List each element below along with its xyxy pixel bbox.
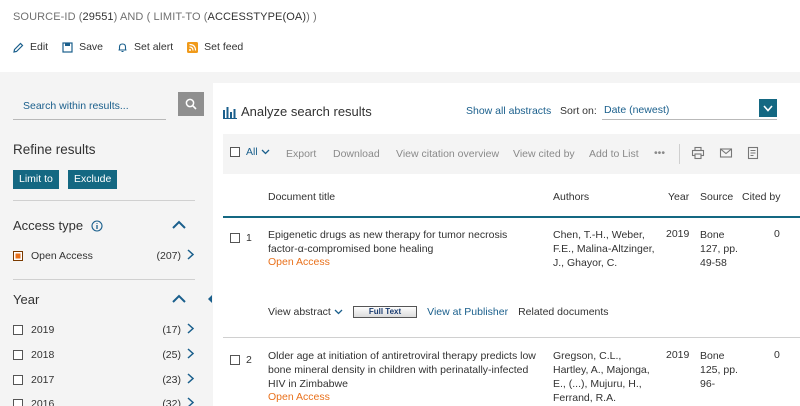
year-value: 2019	[666, 349, 690, 361]
chevron-down-icon	[261, 149, 270, 155]
exclude-button[interactable]: Exclude	[68, 170, 118, 189]
analyze-search-results-link[interactable]: Analyze search results	[223, 104, 372, 119]
year-checkbox[interactable]	[13, 325, 23, 335]
column-header-title[interactable]: Document title	[268, 191, 335, 203]
row-select[interactable]: 1	[230, 232, 252, 244]
sort-label: Sort on:	[560, 105, 597, 117]
search-within-input[interactable]	[13, 92, 166, 120]
rss-icon	[187, 41, 199, 53]
year-checkbox[interactable]	[13, 399, 23, 406]
search-within-box	[13, 92, 204, 120]
query-actions: Edit Save Set alert Set feed	[13, 41, 257, 53]
email-icon[interactable]	[719, 146, 733, 160]
sort-dropdown-button[interactable]	[759, 99, 777, 117]
search-icon	[185, 98, 197, 110]
limit-to-button[interactable]: Limit to	[13, 170, 59, 189]
source-value[interactable]: Bone 127, pp. 49-58	[700, 228, 740, 270]
row-checkbox[interactable]	[230, 233, 240, 243]
facet-item-year[interactable]: 2017 (23)	[13, 371, 195, 389]
year-value: 2019	[666, 228, 690, 240]
year-checkbox[interactable]	[13, 375, 23, 385]
divider	[13, 279, 195, 280]
facet-item-year[interactable]: 2019 (17)	[13, 321, 195, 339]
column-header-authors[interactable]: Authors	[553, 191, 589, 203]
chevron-right-icon[interactable]	[187, 373, 194, 384]
download-button[interactable]: Download	[333, 148, 380, 160]
cited-by-count[interactable]: 0	[774, 228, 780, 240]
collapse-access-type-chevron-up-icon[interactable]	[171, 220, 187, 230]
chevron-right-icon[interactable]	[187, 249, 194, 260]
column-header-source[interactable]: Source	[700, 191, 733, 203]
results-panel: Analyze search results Show all abstract…	[213, 83, 800, 406]
facet-item-open-access[interactable]: Open Access (207)	[13, 247, 195, 265]
document-title-link[interactable]: Older age at initiation of antiretrovira…	[268, 349, 538, 391]
view-at-publisher-link[interactable]: View at Publisher	[427, 306, 508, 318]
query-access-type: ACCESSTYPE(OA)	[207, 11, 307, 23]
full-text-button[interactable]: Full Text	[352, 306, 418, 318]
chevron-right-icon[interactable]	[187, 397, 194, 406]
column-header-year[interactable]: Year	[668, 191, 689, 203]
refine-results-title: Refine results	[13, 142, 96, 157]
divider	[13, 200, 195, 201]
pencil-icon	[13, 42, 24, 53]
print-icon[interactable]	[691, 146, 705, 160]
row-divider	[223, 337, 800, 338]
show-all-abstracts-link[interactable]: Show all abstracts	[466, 105, 551, 117]
search-within-button[interactable]	[178, 92, 204, 116]
bar-chart-icon	[223, 106, 237, 119]
chevron-right-icon[interactable]	[187, 323, 194, 334]
add-to-list-button[interactable]: Add to List	[589, 148, 639, 160]
export-button[interactable]: Export	[286, 148, 316, 160]
authors-list[interactable]: Chen, T.-H., Weber, F.E., Malina-Altzing…	[553, 228, 658, 270]
set-alert-button[interactable]: Set alert	[117, 41, 173, 53]
row-links: View abstract Full Text View at Publishe…	[268, 306, 609, 318]
select-all-dropdown[interactable]: All	[230, 146, 270, 158]
related-documents-link[interactable]: Related documents	[518, 306, 608, 318]
refine-sidebar: Refine results Limit to Exclude Access t…	[0, 72, 208, 406]
row-select[interactable]: 2	[230, 354, 252, 366]
info-icon[interactable]	[91, 219, 103, 232]
toolbar-divider	[679, 144, 680, 164]
year-header: Year	[13, 292, 40, 307]
column-header-cited-by[interactable]: Cited by	[742, 191, 781, 203]
open-access-label: Open Access	[268, 256, 330, 268]
bell-icon	[118, 42, 127, 52]
query-source-id: 29551	[82, 11, 114, 23]
access-type-header: Access type	[13, 218, 103, 233]
cited-by-count[interactable]: 0	[774, 349, 780, 361]
view-cited-by-button[interactable]: View cited by	[513, 148, 575, 160]
chevron-down-icon	[334, 309, 343, 315]
document-title-link[interactable]: Epigenetic drugs as new therapy for tumo…	[268, 228, 538, 256]
chevron-down-icon	[763, 104, 773, 112]
search-query: SOURCE-ID (29551) AND ( LIMIT-TO (ACCESS…	[13, 11, 317, 23]
save-button[interactable]: Save	[62, 41, 103, 53]
query-bar: SOURCE-ID (29551) AND ( LIMIT-TO (ACCESS…	[0, 0, 800, 72]
save-icon	[62, 41, 73, 53]
row-checkbox[interactable]	[230, 355, 240, 365]
open-access-label: Open Access	[268, 391, 330, 403]
source-value[interactable]: Bone 125, pp. 96-	[700, 349, 740, 391]
facet-item-year[interactable]: 2018 (25)	[13, 346, 195, 364]
more-actions-button[interactable]: •••	[654, 147, 665, 159]
create-bibliography-icon[interactable]	[746, 146, 760, 160]
facet-item-year[interactable]: 2016 (32)	[13, 395, 195, 406]
header-divider	[223, 216, 800, 218]
results-toolbar: All Export Download View citation overvi…	[223, 134, 800, 174]
open-access-checkbox[interactable]	[13, 251, 23, 261]
edit-button[interactable]: Edit	[13, 41, 48, 53]
set-feed-button[interactable]: Set feed	[187, 41, 243, 53]
collapse-year-chevron-up-icon[interactable]	[171, 294, 187, 304]
year-checkbox[interactable]	[13, 350, 23, 360]
authors-list[interactable]: Gregson, C.L., Hartley, A., Majonga, E.,…	[553, 349, 658, 405]
chevron-right-icon[interactable]	[187, 348, 194, 359]
view-abstract-link[interactable]: View abstract	[268, 306, 343, 318]
select-all-checkbox[interactable]	[230, 147, 240, 157]
sort-select[interactable]: Date (newest)	[602, 98, 777, 120]
view-citation-overview-button[interactable]: View citation overview	[396, 148, 499, 160]
